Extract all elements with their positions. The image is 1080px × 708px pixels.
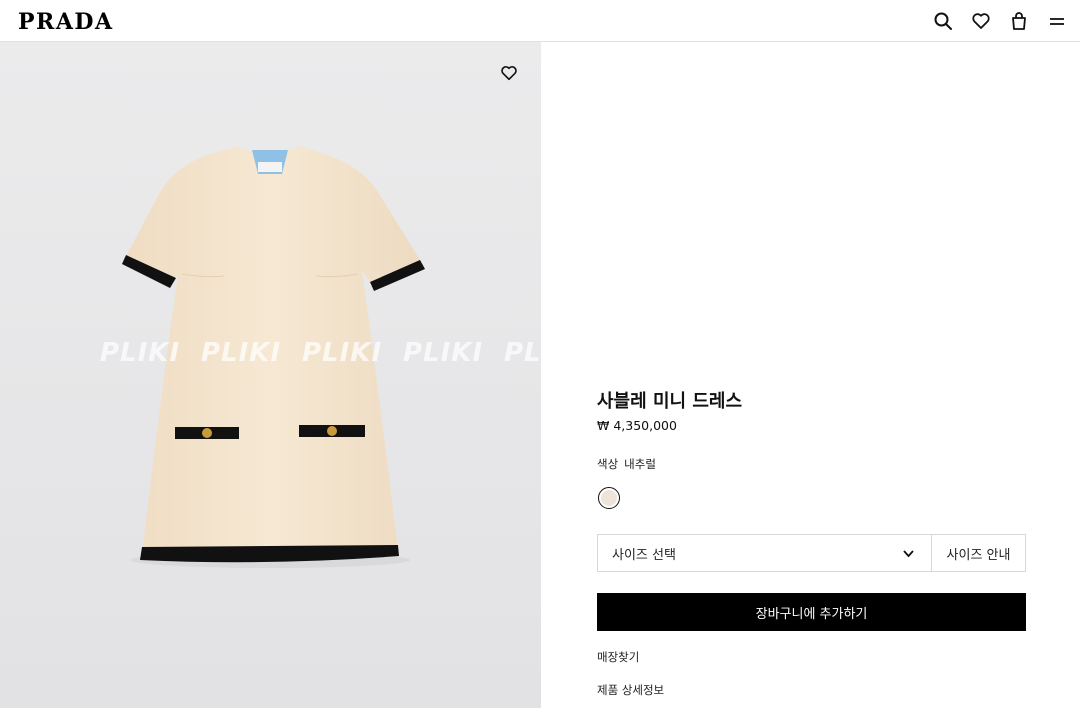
color-info: 색상 내추럴 — [597, 456, 656, 472]
product-title: 사블레 미니 드레스 — [597, 391, 743, 412]
dress-image — [122, 146, 425, 568]
bag-icon[interactable] — [1009, 11, 1029, 31]
wishlist-heart-icon[interactable] — [500, 64, 518, 82]
add-to-cart-button[interactable]: 장바구니에 추가하기 — [597, 593, 1026, 631]
product-info-panel: 사블레 미니 드레스 ₩ 4,350,000 색상 내추럴 사이즈 선택 사이즈 … — [541, 42, 1080, 708]
product-image-gallery[interactable]: PLIKI PLIKI PLIKI PLIKI PL — [0, 42, 541, 708]
chevron-down-icon — [903, 550, 914, 558]
watermark-text: PLIKI — [302, 338, 383, 368]
size-select-dropdown[interactable]: 사이즈 선택 — [597, 534, 932, 572]
color-value: 내추럴 — [624, 457, 656, 471]
product-details-link[interactable]: 제품 상세정보 — [597, 682, 664, 698]
watermark-text: PL — [504, 338, 541, 368]
menu-icon[interactable] — [1047, 11, 1067, 31]
color-swatch[interactable] — [598, 487, 620, 509]
size-select-label: 사이즈 선택 — [612, 547, 676, 563]
color-label: 색상 — [597, 457, 619, 471]
heart-icon[interactable] — [971, 11, 991, 31]
watermark-text: PLIKI — [403, 338, 484, 368]
prada-logo[interactable]: PRADA — [18, 9, 114, 35]
search-icon[interactable] — [933, 11, 953, 31]
site-header: PRADA — [0, 0, 1080, 42]
size-guide-button[interactable]: 사이즈 안내 — [931, 534, 1026, 572]
product-price: ₩ 4,350,000 — [597, 418, 677, 433]
watermark-text: PLIKI — [201, 338, 282, 368]
watermark-text: PLIKI — [100, 338, 181, 368]
find-store-link[interactable]: 매장찾기 — [597, 649, 639, 665]
